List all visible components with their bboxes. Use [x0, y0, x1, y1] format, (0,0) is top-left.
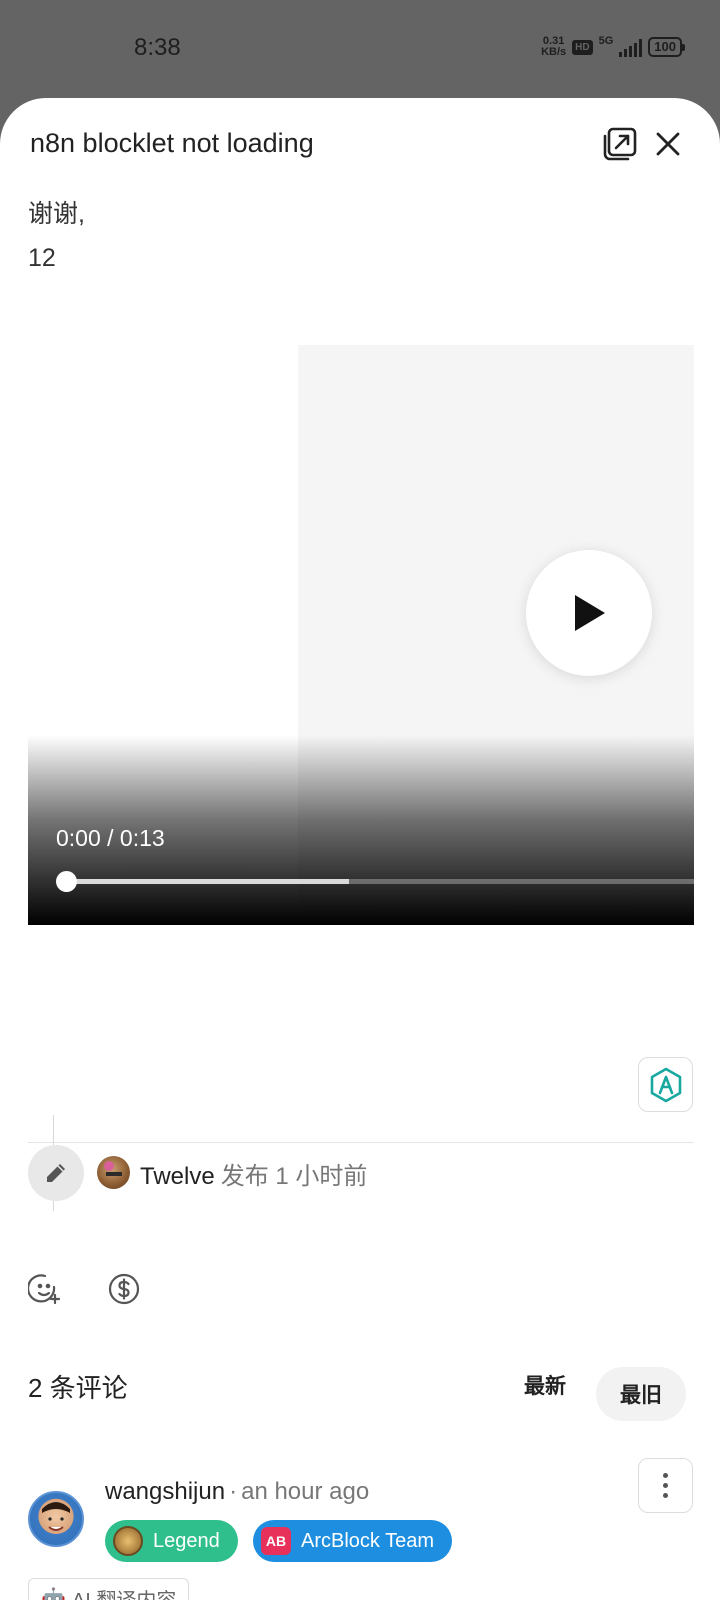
sort-oldest-button[interactable]: 最旧 — [596, 1367, 686, 1421]
comment-meta: wangshijun · an hour ago — [105, 1478, 369, 1506]
badge-label: ArcBlock Team — [301, 1529, 435, 1552]
open-external-button[interactable] — [602, 126, 638, 162]
legend-badge[interactable]: Legend — [105, 1520, 238, 1562]
post-time: 发布 1 小时前 — [220, 1163, 368, 1190]
timeline-line — [53, 1201, 54, 1211]
timeline-line — [53, 1115, 54, 1145]
close-button[interactable] — [652, 128, 684, 160]
ai-assistant-button[interactable] — [638, 1057, 693, 1112]
ai-translate-button[interactable]: 🤖 AI 翻译内容 — [28, 1578, 190, 1600]
status-bar: 8:38 0.31 KB/s HD 5G 100 — [0, 0, 720, 98]
comment-separator: · — [229, 1478, 238, 1505]
video-buffered-bar — [66, 879, 349, 884]
network-speed-unit: KB/s — [541, 46, 567, 58]
battery-icon: 100 — [648, 37, 685, 57]
comment-time: an hour ago — [241, 1478, 370, 1505]
video-player[interactable]: 0:00 / 0:13 — [28, 345, 694, 925]
dollar-icon — [108, 1273, 140, 1305]
more-icon-dot — [663, 1473, 668, 1478]
author-name[interactable]: Twelve — [140, 1163, 215, 1190]
edit-button[interactable] — [28, 1145, 84, 1201]
add-reaction-button[interactable] — [27, 1272, 62, 1306]
comments-count: 2 条评论 — [28, 1373, 128, 1403]
video-seek-handle[interactable] — [56, 871, 77, 892]
hd-icon: HD — [572, 39, 593, 55]
badge-label: Legend — [153, 1529, 220, 1552]
legend-shield-icon — [113, 1526, 143, 1556]
post-body-line: 12 — [28, 244, 56, 272]
tip-button[interactable] — [107, 1272, 141, 1306]
pencil-icon — [47, 1164, 65, 1182]
author-info: Twelve 发布 1 小时前 — [140, 1156, 367, 1191]
author-avatar[interactable] — [97, 1156, 130, 1189]
close-icon — [656, 132, 680, 156]
ai-hexagon-icon — [650, 1067, 681, 1102]
status-indicators: 0.31 KB/s HD 5G 100 — [541, 35, 685, 58]
emoji-add-icon — [27, 1274, 61, 1305]
video-progress-track[interactable] — [56, 871, 694, 892]
post-body-line: 谢谢, — [28, 200, 85, 228]
arcblock-logo-icon: AB — [261, 1527, 291, 1555]
status-time: 8:38 — [134, 34, 181, 61]
comment-username[interactable]: wangshijun — [105, 1478, 225, 1505]
ai-translate-label: AI 翻译内容 — [72, 1584, 176, 1600]
post-sheet: n8n blocklet not loading 谢谢, 12 0:00 / 0… — [0, 98, 720, 1600]
robot-icon: 🤖 — [41, 1587, 66, 1600]
avatar[interactable] — [28, 1491, 84, 1547]
play-button[interactable] — [526, 550, 652, 676]
network-speed: 0.31 KB/s — [541, 36, 566, 58]
post-title: n8n blocklet not loading — [30, 128, 314, 158]
section-divider — [28, 1142, 694, 1143]
sort-newest-button[interactable]: 最新 — [524, 1370, 566, 1400]
video-time: 0:00 / 0:13 — [56, 825, 165, 851]
network-type: 5G — [598, 35, 614, 47]
open-external-icon — [603, 127, 637, 161]
arcblock-team-badge[interactable]: AB ArcBlock Team — [253, 1520, 453, 1562]
play-icon — [575, 595, 605, 631]
comment-more-button[interactable] — [638, 1458, 693, 1513]
signal-icon — [619, 37, 643, 57]
